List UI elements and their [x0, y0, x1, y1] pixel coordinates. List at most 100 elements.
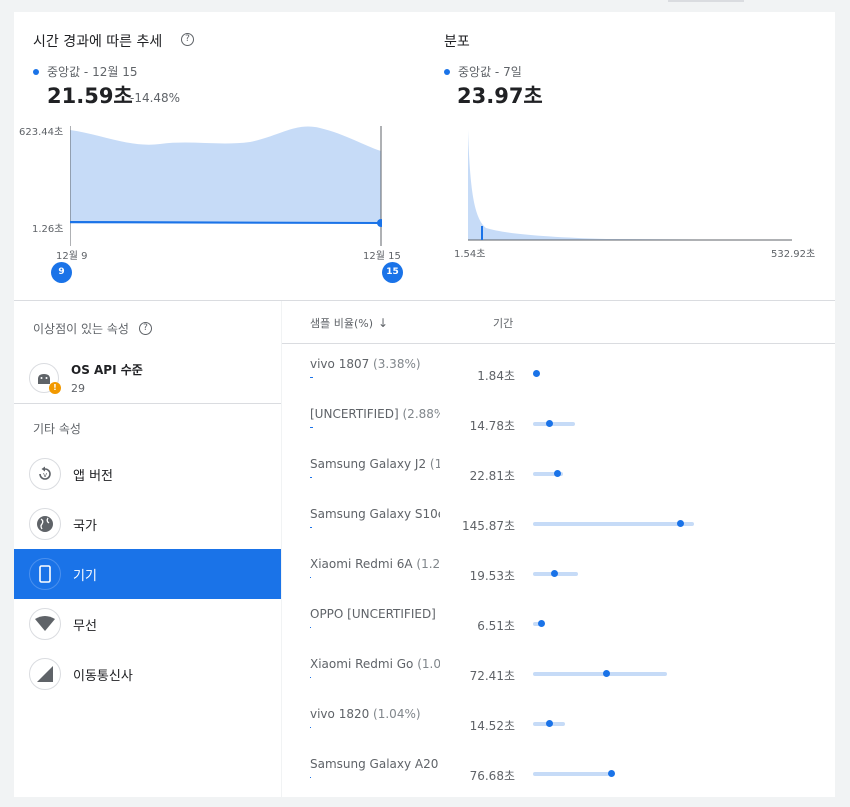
attr-item-country[interactable]: 국가 [14, 499, 281, 549]
attr-label: 이동통신사 [73, 668, 133, 684]
attr-item-carrier[interactable]: 이동통신사 [14, 649, 281, 699]
duration-value: 145.87초 [461, 519, 515, 533]
duration-range-bar [532, 522, 694, 526]
header-divider [282, 343, 835, 344]
other-section-title: 기타 속성 [33, 422, 81, 436]
signal-icon [29, 658, 61, 690]
duration-value: 1.84초 [477, 369, 515, 383]
attr-label: 앱 버전 [73, 468, 114, 484]
median-dot [676, 520, 684, 527]
sample-share-bar [310, 777, 311, 778]
sample-share-bar [310, 377, 314, 378]
sample-share-bar [310, 577, 312, 578]
distribution-x-end: 532.92초 [771, 249, 816, 260]
col-header-sample[interactable]: 샘플 비율(%) ↓ [310, 315, 388, 331]
distribution-value: 23.97초 [457, 84, 543, 108]
anomaly-section-title: 이상점이 있는 속성 [33, 322, 129, 336]
version-icon: v [29, 458, 61, 490]
median-dot [537, 620, 545, 627]
device-name: Samsung Galaxy S10e ... [310, 507, 440, 521]
globe-icon [29, 508, 61, 540]
y-axis-bottom: 1.26초 [32, 224, 64, 235]
left-divider [14, 403, 281, 404]
duration-range-bar [532, 772, 609, 776]
duration-value: 72.41초 [469, 669, 515, 683]
duration-value: 19.53초 [469, 569, 515, 583]
col-header-duration: 기간 [493, 317, 514, 330]
median-dot [607, 770, 615, 777]
duration-range-bar [532, 422, 575, 426]
duration-value: 14.52초 [469, 719, 515, 733]
trend-title: 시간 경과에 따른 추세 [33, 34, 163, 50]
wifi-icon [29, 608, 61, 640]
attr-item-wireless[interactable]: 무선 [14, 599, 281, 649]
trend-delta: -14.48% [130, 91, 181, 105]
distribution-chart [468, 130, 792, 241]
trend-band [70, 126, 381, 224]
device-name: Samsung Galaxy J2 (1... [310, 457, 440, 471]
attr-item-device[interactable]: 기기 [14, 549, 281, 599]
sort-arrow-down-icon: ↓ [378, 316, 389, 330]
range-handle-start[interactable]: 9 [51, 262, 72, 283]
median-dot [550, 570, 558, 577]
device-table: 샘플 비율(%) ↓ 기간 vivo 1807 (3.38%) 1.84초 [UNC… [282, 301, 835, 797]
range-handle-end[interactable]: 15 [382, 262, 403, 283]
warning-badge-icon: ! [49, 382, 61, 394]
table-row[interactable]: Samsung Galaxy A20 (... 76.68초 [282, 757, 835, 807]
duration-value: 14.78초 [469, 419, 515, 433]
median-dot [532, 370, 540, 377]
trend-median-line [70, 221, 382, 224]
x-axis-start: 12월 9 [56, 251, 88, 262]
duration-value: 6.51초 [477, 619, 515, 633]
table-row[interactable]: Samsung Galaxy S10e ... 145.87초 [282, 507, 835, 557]
device-name: vivo 1807 (3.38%) [310, 357, 421, 371]
median-dot [553, 470, 561, 477]
table-row[interactable]: vivo 1820 (1.04%) 14.52초 [282, 707, 835, 757]
device-name: OPPO [UNCERTIFIED] (... [310, 607, 440, 621]
attr-label: OS API 수준 [71, 363, 143, 377]
attr-item-app-version[interactable]: v 앱 버전 [14, 449, 281, 499]
attr-item-os-api[interactable]: ! OS API 수준 29 [14, 352, 281, 404]
table-row[interactable]: Samsung Galaxy J2 (1... 22.81초 [282, 457, 835, 507]
trend-value: 21.59초 [47, 84, 133, 108]
table-row[interactable]: Xiaomi Redmi Go (1.05... 72.41초 [282, 657, 835, 707]
y-axis-top: 623.44초 [19, 127, 64, 138]
sample-share-bar [310, 527, 312, 528]
summary-card: 시간 경과에 따른 추세 ? 중앙값 - 12월 15 21.59초 -14.4… [14, 12, 835, 300]
phone-icon [29, 558, 61, 590]
attributes-panel: 이상점이 있는 속성 ? ! OS API 수준 29 기타 속성 v 앱 버전… [14, 301, 281, 797]
sample-share-bar [310, 477, 312, 478]
help-icon[interactable]: ? [181, 33, 194, 46]
device-name: Xiaomi Redmi 6A (1.29... [310, 557, 440, 571]
sample-share-bar [310, 677, 312, 678]
top-button[interactable] [668, 0, 744, 2]
sample-share-bar [310, 427, 313, 428]
android-icon: ! [29, 363, 61, 394]
median-dot [545, 720, 553, 727]
median-dot [545, 420, 553, 427]
duration-value: 22.81초 [469, 469, 515, 483]
table-row[interactable]: Xiaomi Redmi 6A (1.29... 19.53초 [282, 557, 835, 607]
distribution-legend: 중앙값 - 7일 [444, 63, 522, 80]
attr-label: 기기 [73, 568, 97, 584]
device-name: Samsung Galaxy A20 (... [310, 757, 439, 771]
svg-text:v: v [43, 471, 47, 479]
trend-chart [70, 126, 382, 246]
x-axis-end: 12월 15 [363, 251, 401, 262]
distribution-area [468, 130, 792, 240]
table-row[interactable]: [UNCERTIFIED] (2.88%) 14.78초 [282, 407, 835, 457]
attr-label: 국가 [73, 518, 97, 534]
distribution-title: 분포 [444, 34, 470, 50]
device-name: Xiaomi Redmi Go (1.05... [310, 657, 440, 671]
distribution-x-start: 1.54초 [454, 249, 486, 260]
anomaly-help-icon[interactable]: ? [139, 322, 152, 335]
table-row[interactable]: vivo 1807 (3.38%) 1.84초 [282, 357, 835, 407]
device-name: [UNCERTIFIED] (2.88%) [310, 407, 440, 421]
device-name: vivo 1820 (1.04%) [310, 707, 421, 721]
sample-share-bar [310, 627, 312, 628]
table-row[interactable]: OPPO [UNCERTIFIED] (... 6.51초 [282, 607, 835, 657]
attr-count: 29 [71, 382, 85, 395]
duration-value: 76.68초 [469, 769, 515, 783]
trend-legend: 중앙값 - 12월 15 [33, 63, 137, 80]
duration-range-bar [532, 672, 667, 676]
